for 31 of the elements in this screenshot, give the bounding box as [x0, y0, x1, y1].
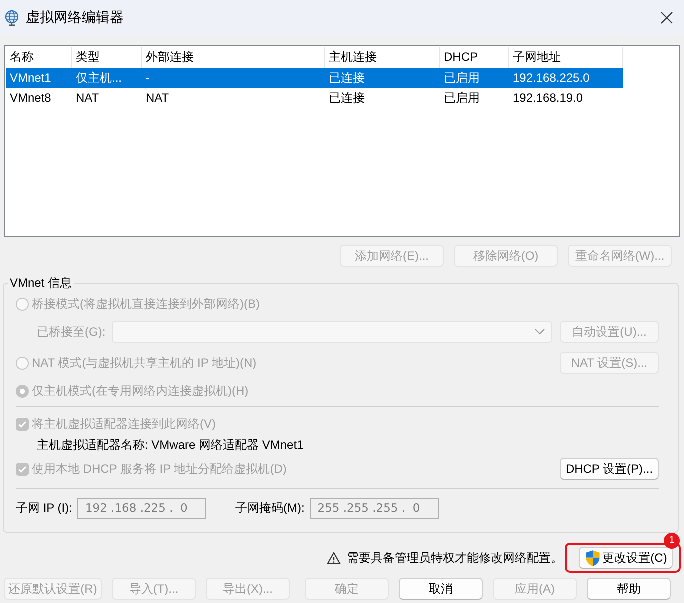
chevron-down-icon [535, 329, 545, 335]
group-title: VMnet 信息 [9, 275, 74, 291]
table-row[interactable]: VMnet8 NAT NAT 已连接 已启用 192.168.19.0 [6, 88, 623, 108]
cancel-button[interactable]: 取消 [399, 578, 483, 600]
table-cell-text: 192.168.225.0 [512, 70, 591, 87]
table-cell-text: 192.168.19.0 [512, 90, 584, 107]
warning-icon [327, 552, 341, 564]
table-cell-text: 已连接 [328, 70, 366, 87]
warning-text: 需要具备管理员特权才能修改网络配置。 [347, 550, 563, 566]
table-cell-text: 已启用 [443, 90, 481, 107]
table-cell-text: VMnet1 [9, 70, 52, 87]
globe-icon [4, 10, 20, 26]
field-label: 子网掩码(M): [235, 500, 305, 517]
shield-icon [584, 550, 601, 566]
table-row[interactable]: VMnet1 仅主机... - 已连接 已启用 192.168.225.0 [6, 68, 623, 88]
window-title: 虚拟网络编辑器 [26, 9, 125, 27]
table-cell-text: NAT [145, 90, 170, 107]
field-label: 已桥接至(G): [37, 324, 107, 340]
table-cell-text: 仅主机... [75, 70, 124, 87]
help-button[interactable]: 帮助 [587, 578, 671, 600]
field-label: 子网 IP (I): [16, 500, 72, 517]
table-cell-text: 已启用 [443, 70, 481, 87]
change-settings-button[interactable]: 更改设置(C) [579, 547, 673, 569]
bridged-to-dropdown[interactable] [112, 321, 552, 343]
table-cell-text: NAT [75, 90, 100, 107]
adapter-name-text: 主机虚拟适配器名称: VMware 网络适配器 VMnet1 [36, 437, 305, 454]
table-cell-text: VMnet8 [9, 90, 52, 107]
table-cell-text: - [145, 70, 151, 87]
table-cell-text: 已连接 [328, 90, 366, 107]
number-badge: 1 [664, 533, 680, 549]
close-icon[interactable] [661, 12, 673, 24]
